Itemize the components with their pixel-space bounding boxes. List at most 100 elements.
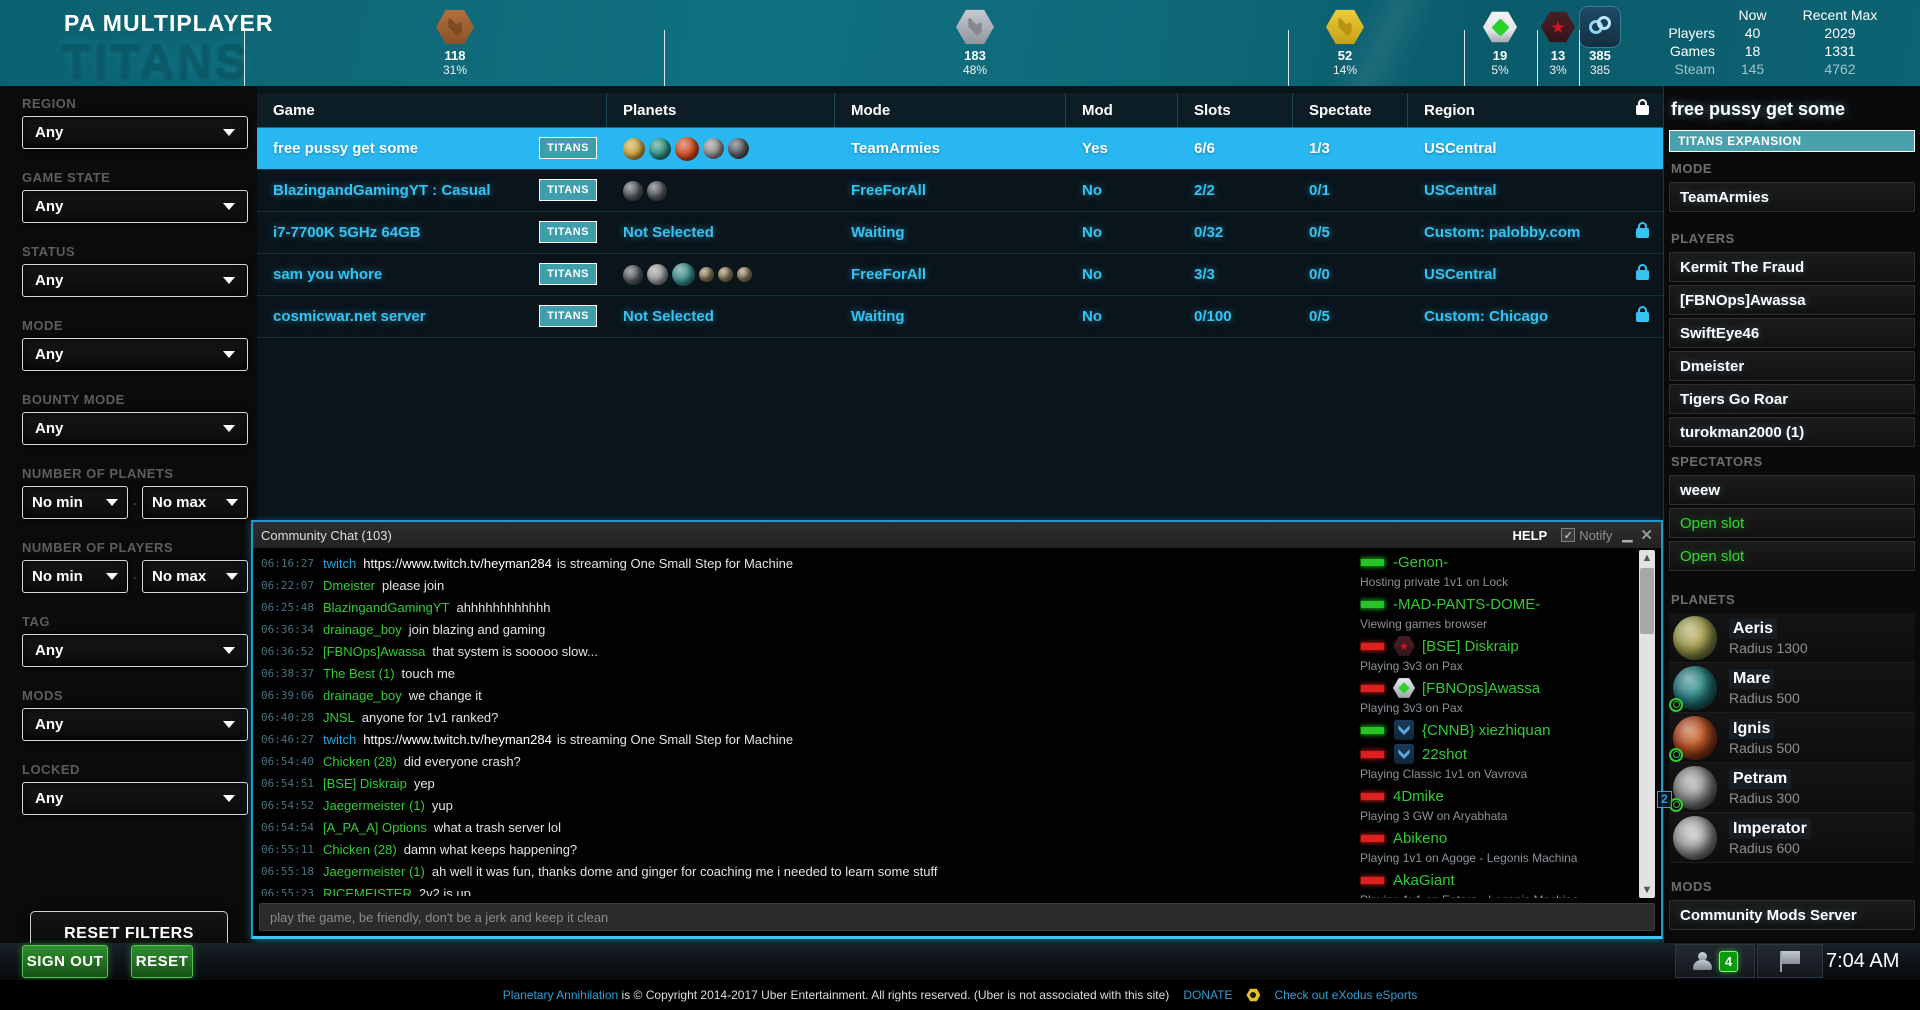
message-username[interactable]: RICEMEISTER <box>323 886 412 897</box>
planet-row[interactable]: IgnisRadius 500 <box>1669 713 1915 763</box>
chat-input[interactable] <box>259 903 1655 931</box>
planet-icon <box>672 263 695 286</box>
filter-select[interactable]: Any <box>22 264 248 297</box>
status-pill-busy <box>1360 642 1385 651</box>
message-link[interactable]: https://www.twitch.tv/heyman284 <box>363 732 552 747</box>
column-header-game[interactable]: Game <box>257 93 607 127</box>
range-max-select[interactable]: No max <box>142 486 248 519</box>
message-username[interactable]: The Best (1) <box>323 666 395 681</box>
message-username[interactable]: Jaegermeister (1) <box>323 798 425 813</box>
game-row[interactable]: i7-7700K 5GHz 64GBTITANSNot SelectedWait… <box>257 212 1663 254</box>
game-row[interactable]: BlazingandGamingYT : CasualTITANSFreeFor… <box>257 170 1663 212</box>
pa-multiplayer-app: PA MULTIPLAYER TITANS 11831%18348%5214%1… <box>0 0 1920 1010</box>
filter-select[interactable]: Any <box>22 634 248 667</box>
planet-image <box>1673 716 1717 760</box>
chat-user[interactable]: -Genon-Hosting private 1v1 on Lock <box>1360 550 1640 592</box>
message-username[interactable]: Jaegermeister (1) <box>323 864 425 879</box>
chat-user[interactable]: AkaGiantPlaying 1v1 on Entara - Legonis … <box>1360 868 1640 898</box>
online-users-indicator[interactable]: 4 <box>1675 944 1755 978</box>
range-max-select[interactable]: No max <box>142 560 248 593</box>
message-username[interactable]: [FBNOps]Awassa <box>323 644 425 659</box>
reset-button[interactable]: RESET <box>131 945 193 978</box>
filter-select[interactable]: Any <box>22 782 248 815</box>
planet-row[interactable]: AerisRadius 1300 <box>1669 613 1915 663</box>
filter-select[interactable]: Any <box>22 190 248 223</box>
planet-radius: Radius 500 <box>1729 739 1800 757</box>
column-header-mod[interactable]: Mod <box>1066 93 1178 127</box>
message-username[interactable]: Chicken (28) <box>323 754 397 769</box>
chat-user[interactable]: AbikenoPlaying 1v1 on Agoge - Legonis Ma… <box>1360 826 1640 868</box>
planet-info: PetramRadius 300 <box>1729 769 1800 807</box>
filter-label: MODS <box>22 688 257 703</box>
notify-checkbox[interactable]: ✓ <box>1561 528 1575 542</box>
message-link[interactable]: https://www.twitch.tv/heyman284 <box>363 556 552 571</box>
message-username[interactable]: JNSL <box>323 710 355 725</box>
game-row[interactable]: sam you whoreTITANSFreeForAllNo3/30/0USC… <box>257 254 1663 296</box>
chat-user[interactable]: -MAD-PANTS-DOME-Viewing games browser <box>1360 592 1640 634</box>
spectate-value: 0/1 <box>1309 182 1330 199</box>
chat-user[interactable]: 22shotPlaying Classic 1v1 on Vavrova <box>1360 742 1640 784</box>
message-username[interactable]: twitch <box>323 556 356 571</box>
game-row[interactable]: free pussy get someTITANSTeamArmiesYes6/… <box>257 128 1663 170</box>
chat-user[interactable]: [FBNOps]AwassaPlaying 3v3 on Pax <box>1360 676 1640 718</box>
chat-user-activity: Playing 1v1 on Agoge - Legonis Machina <box>1360 850 1640 868</box>
message-username[interactable]: drainage_boy <box>323 688 402 703</box>
filter-select[interactable]: Any <box>22 412 248 445</box>
status-pill-busy <box>1360 834 1385 843</box>
message-username[interactable]: Chicken (28) <box>323 842 397 857</box>
game-row[interactable]: cosmicwar.net serverTITANSNot SelectedWa… <box>257 296 1663 338</box>
column-header-mode[interactable]: Mode <box>835 93 1066 127</box>
planets-cell: Not Selected <box>607 296 835 337</box>
message-username[interactable]: [BSE] Diskraip <box>323 776 407 791</box>
column-header-region[interactable]: Region <box>1408 93 1663 127</box>
column-header-slots[interactable]: Slots <box>1178 93 1293 127</box>
chat-user[interactable]: 4DmikePlaying 3 GW on Aryabhata <box>1360 784 1640 826</box>
scroll-up-icon[interactable]: ▲ <box>1639 550 1655 566</box>
scroll-thumb[interactable] <box>1640 568 1654 634</box>
planets-cell <box>607 254 835 295</box>
region-value: USCentral <box>1424 182 1497 199</box>
filter-select[interactable]: Any <box>22 708 248 741</box>
chat-user[interactable]: {CNNB} xiezhiquan <box>1360 718 1640 742</box>
sign-out-button[interactable]: SIGN OUT <box>22 945 108 978</box>
platinum-medal-icon <box>1393 677 1415 699</box>
region-value: USCentral <box>1424 140 1497 157</box>
message-username[interactable]: [A_PA_A] Options <box>323 820 427 835</box>
chat-help-link[interactable]: HELP <box>1513 528 1548 543</box>
close-icon[interactable]: ✕ <box>1640 526 1653 544</box>
message-username[interactable]: BlazingandGamingYT <box>323 600 449 615</box>
planet-row[interactable]: MareRadius 500 <box>1669 663 1915 713</box>
filter-select[interactable]: Any <box>22 116 248 149</box>
filter-select[interactable]: Any <box>22 338 248 371</box>
filter-group-number-of-players: NUMBER OF PLAYERSNo min-No max <box>0 540 257 593</box>
planet-name: Petram <box>1729 769 1791 789</box>
range-min-select[interactable]: No min <box>22 560 128 593</box>
scroll-down-icon[interactable]: ▼ <box>1639 882 1655 898</box>
range-min-select[interactable]: No min <box>22 486 128 519</box>
column-header-planets[interactable]: Planets <box>607 93 835 127</box>
chat-user[interactable]: ★[BSE] DiskraipPlaying 3v3 on Pax <box>1360 634 1640 676</box>
open-spectator-slot[interactable]: Open slot <box>1669 508 1915 538</box>
exodus-link[interactable]: Check out eXodus eSports <box>1274 988 1417 1002</box>
chat-user-row: {CNNB} xiezhiquan <box>1360 718 1640 742</box>
gold-medal: 5214% <box>1310 6 1380 77</box>
flag-indicator[interactable] <box>1757 944 1823 978</box>
mod-value: Yes <box>1082 140 1108 157</box>
gold-medal-icon <box>1310 6 1380 48</box>
donate-link[interactable]: DONATE <box>1183 988 1232 1002</box>
message-timestamp: 06:46:27 <box>261 733 323 746</box>
planet-row[interactable]: ImperatorRadius 600 <box>1669 813 1915 863</box>
open-spectator-slot[interactable]: Open slot <box>1669 541 1915 571</box>
spectate-cell: 0/5 <box>1293 296 1408 337</box>
chat-scrollbar[interactable]: ▲ ▼ <box>1639 550 1655 898</box>
medal-value: 118 <box>420 48 490 63</box>
mod-cell: No <box>1066 212 1178 253</box>
planet-row[interactable]: 2PetramRadius 300 <box>1669 763 1915 813</box>
message-username[interactable]: Dmeister <box>323 578 375 593</box>
minimize-icon[interactable]: ▁ <box>1622 527 1632 543</box>
message-username[interactable]: twitch <box>323 732 356 747</box>
message-username[interactable]: drainage_boy <box>323 622 402 637</box>
game-name: BlazingandGamingYT : Casual <box>273 182 491 199</box>
column-header-spectate[interactable]: Spectate <box>1293 93 1408 127</box>
pa-link[interactable]: Planetary Annihilation <box>503 988 618 1002</box>
